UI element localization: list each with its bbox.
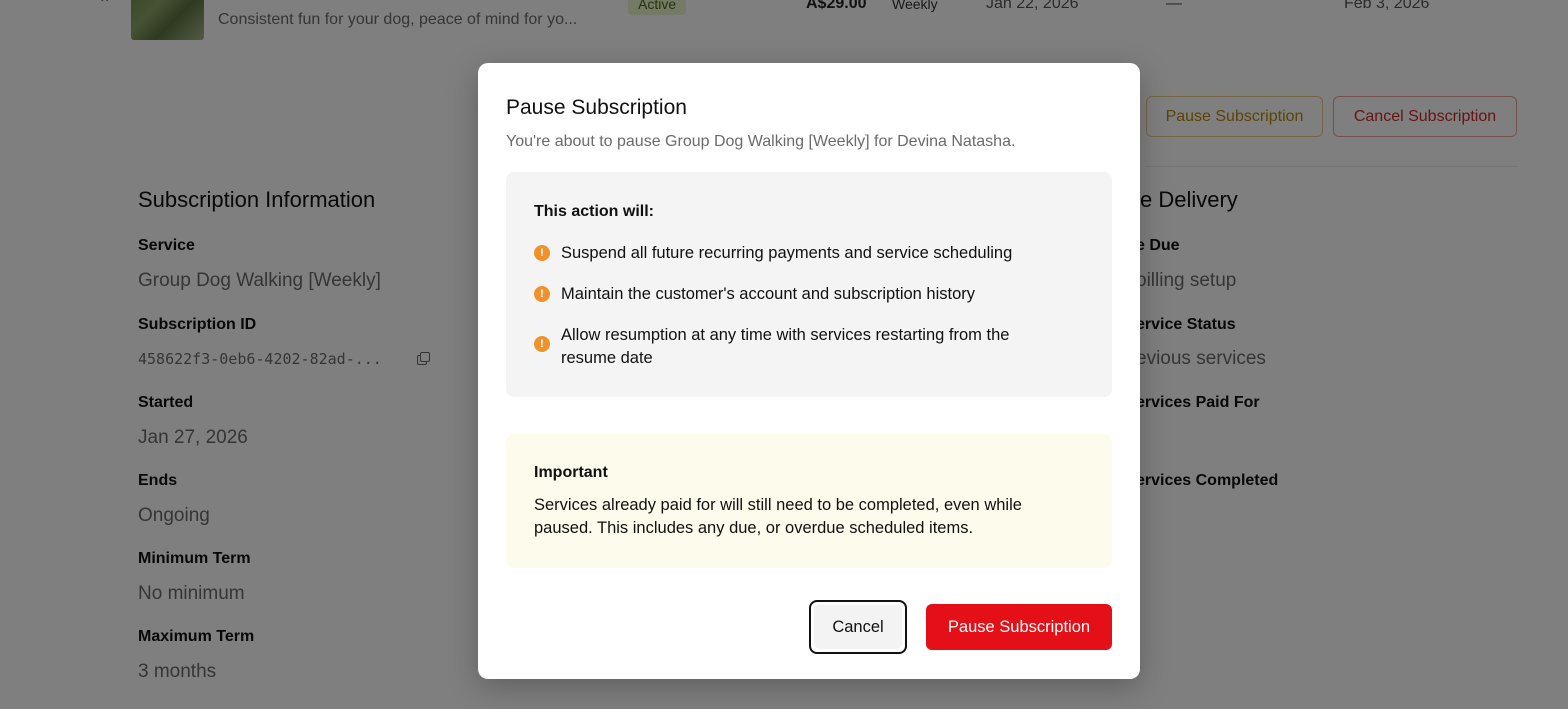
warning-icon: !	[534, 336, 550, 352]
important-notice: Important Services already paid for will…	[506, 434, 1112, 568]
warning-icon: !	[534, 245, 550, 261]
important-text: Services already paid for will still nee…	[534, 496, 1022, 537]
dialog-title: Pause Subscription	[506, 96, 687, 119]
action-item-text: Suspend all future recurring payments an…	[561, 244, 1013, 262]
action-item: ! Maintain the customer's account and su…	[534, 283, 1074, 306]
action-item-text: Allow resumption at any time with servic…	[561, 326, 1010, 367]
cancel-button-label: Cancel	[814, 605, 902, 649]
action-summary-box: This action will: ! Suspend all future r…	[506, 172, 1112, 397]
action-heading: This action will:	[534, 203, 655, 220]
important-heading: Important	[534, 464, 608, 481]
warning-icon: !	[534, 286, 550, 302]
action-item: ! Allow resumption at any time with serv…	[534, 324, 1054, 370]
action-item-text: Maintain the customer's account and subs…	[561, 285, 976, 303]
action-item: ! Suspend all future recurring payments …	[534, 242, 1074, 265]
confirm-pause-button[interactable]: Pause Subscription	[926, 604, 1112, 650]
pause-subscription-dialog: Pause Subscription You're about to pause…	[478, 63, 1140, 679]
cancel-button[interactable]: Cancel	[809, 600, 907, 654]
dialog-description: You're about to pause Group Dog Walking …	[506, 133, 1016, 150]
